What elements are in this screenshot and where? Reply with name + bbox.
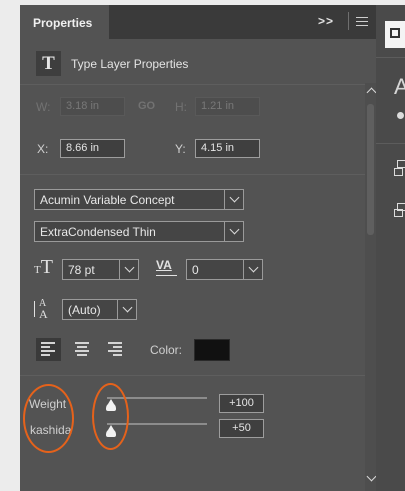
font-size-value: 78 pt <box>68 263 95 277</box>
annotation-circle-labels <box>23 384 74 453</box>
font-style-value: ExtraCondensed Thin <box>40 225 156 239</box>
align-right-button[interactable] <box>106 340 125 359</box>
tab-properties[interactable]: Properties <box>20 5 109 39</box>
divider <box>20 84 365 85</box>
font-family-dropdown[interactable]: Acumin Variable Concept <box>34 189 244 210</box>
height-field[interactable]: 1.21 in <box>195 97 260 116</box>
weight-value-field[interactable]: +100 <box>219 394 264 413</box>
divider <box>376 143 405 144</box>
color-label: Color: <box>150 343 183 357</box>
duplicate-icon[interactable] <box>394 209 403 217</box>
adjacent-panel-letter: A <box>394 74 405 99</box>
collapse-panel-button[interactable]: >> <box>318 14 334 28</box>
section-title: Type Layer Properties <box>71 57 189 71</box>
tab-properties-label: Properties <box>33 16 93 30</box>
width-field[interactable]: 3.18 in <box>60 97 125 116</box>
leading-icon: A A <box>33 298 55 321</box>
leading-value: (Auto) <box>68 303 101 317</box>
adjacent-panel-tab[interactable] <box>385 21 405 48</box>
scrollbar-thumb[interactable] <box>367 104 374 235</box>
chevron-down-icon <box>248 262 259 273</box>
tracking-icon-text: VA <box>156 258 172 272</box>
divider <box>376 57 405 58</box>
tracking-icon: VA <box>156 258 178 278</box>
chevron-down-icon <box>122 302 133 313</box>
tracking-value: 0 <box>192 263 199 277</box>
bullet-icon <box>397 112 404 119</box>
panel-menu-icon[interactable] <box>356 17 368 29</box>
chevron-down-icon <box>124 262 135 273</box>
y-position-field[interactable]: 4.15 in <box>195 139 260 158</box>
tracking-dropdown[interactable]: 0 <box>186 259 263 280</box>
align-center-button[interactable] <box>73 340 92 359</box>
x-label: X: <box>37 142 49 156</box>
chevron-down-icon <box>229 224 240 235</box>
width-label: W: <box>36 100 51 114</box>
font-style-dropdown[interactable]: ExtraCondensed Thin <box>34 221 244 242</box>
font-family-value: Acumin Variable Concept <box>40 193 175 207</box>
leading-dropdown[interactable]: (Auto) <box>62 299 137 320</box>
height-label: H: <box>175 100 187 114</box>
x-position-field[interactable]: 8.66 in <box>60 139 125 158</box>
link-dimensions-icon[interactable]: GO <box>138 100 155 112</box>
divider <box>20 375 365 376</box>
layers-icon[interactable] <box>397 160 405 168</box>
chevron-down-icon <box>229 192 240 203</box>
color-swatch[interactable] <box>194 339 230 361</box>
layers-icon[interactable] <box>394 168 403 176</box>
annotation-circle-sliders <box>92 383 129 450</box>
font-size-dropdown[interactable]: 78 pt <box>62 259 139 280</box>
font-size-icon: TT <box>34 256 53 278</box>
cube-icon <box>390 28 400 38</box>
tab-separator <box>348 12 349 30</box>
kashida-value-field[interactable]: +50 <box>219 419 264 438</box>
y-label: Y: <box>175 142 186 156</box>
type-layer-icon: T <box>36 51 61 76</box>
divider <box>20 174 365 175</box>
align-left-button[interactable] <box>36 338 61 361</box>
